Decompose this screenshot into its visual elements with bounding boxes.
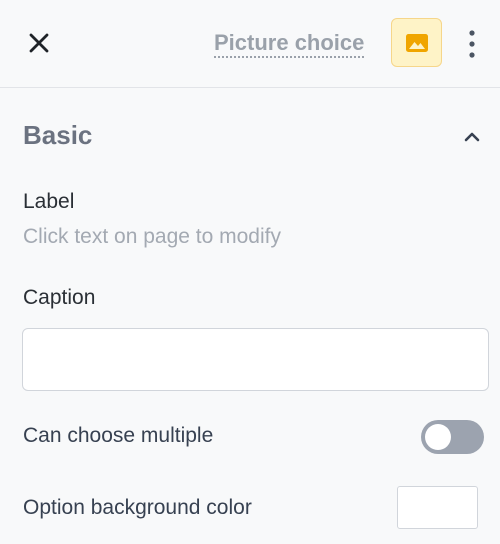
choose-multiple-toggle[interactable] — [421, 420, 484, 454]
image-icon — [405, 33, 428, 52]
more-vertical-icon — [469, 30, 475, 58]
block-type-button[interactable] — [391, 18, 442, 67]
block-type-title[interactable]: Picture choice — [214, 30, 364, 56]
choose-multiple-label: Can choose multiple — [23, 424, 214, 447]
option-background-color-swatch[interactable] — [397, 486, 478, 529]
panel-header: Picture choice — [0, 0, 500, 88]
label-field-title: Label — [23, 190, 75, 213]
option-background-color-label: Option background color — [23, 496, 252, 519]
caption-input[interactable] — [22, 328, 489, 391]
label-field-hint: Click text on page to modify — [23, 225, 281, 248]
toggle-knob — [425, 424, 451, 450]
section-title-basic[interactable]: Basic — [23, 120, 92, 151]
close-icon[interactable] — [24, 28, 54, 58]
chevron-up-icon[interactable] — [459, 124, 485, 150]
caption-field-title: Caption — [23, 286, 96, 309]
more-options-button[interactable] — [460, 26, 484, 62]
